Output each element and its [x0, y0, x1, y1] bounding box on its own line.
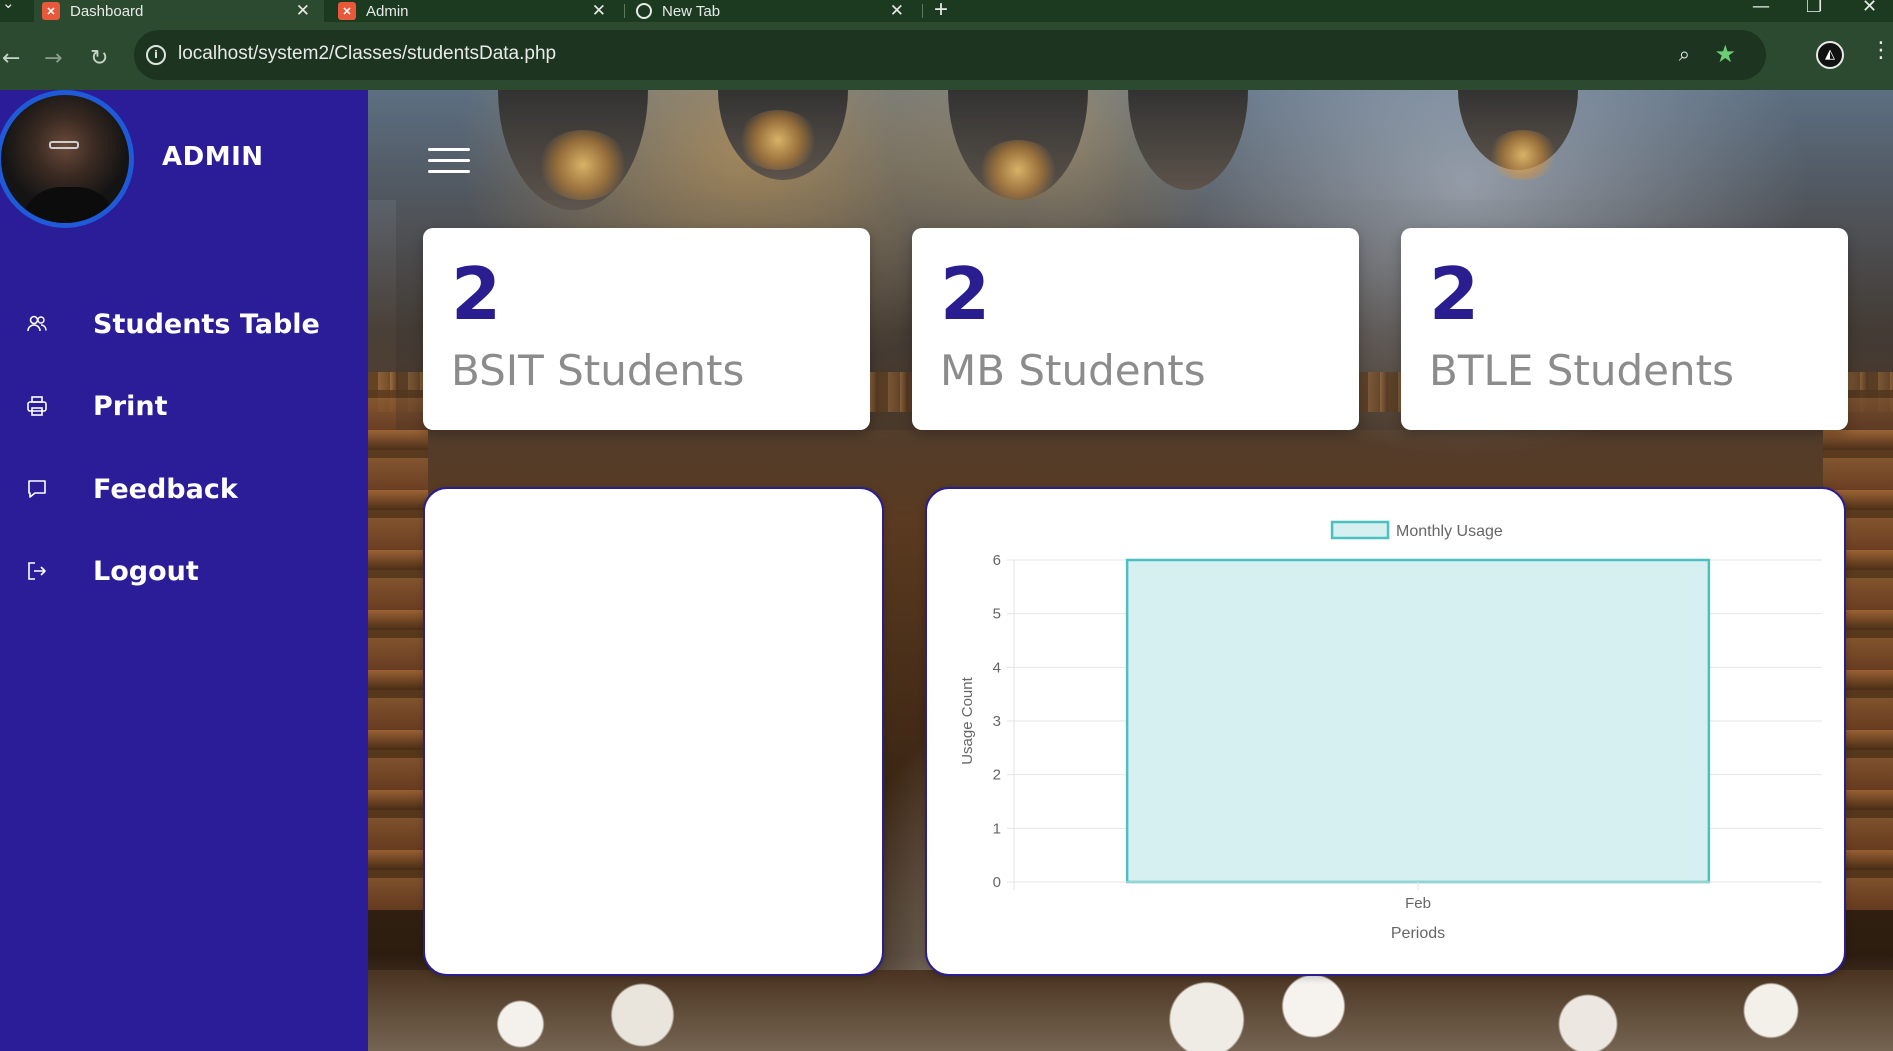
stat-card-mb: 2 MB Students — [912, 228, 1359, 430]
window-close-icon[interactable]: ✕ — [1862, 0, 1877, 17]
background-clouds — [368, 970, 1893, 1051]
y-tick-label: 3 — [993, 713, 1001, 730]
y-tick-label: 5 — [993, 606, 1001, 623]
stat-card-bsit: 2 BSIT Students — [423, 228, 870, 430]
stat-card-btle: 2 BTLE Students — [1401, 228, 1848, 430]
usage-chart: 0 1 2 3 4 5 6 Feb Periods Usage Count Monthly Usag… — [959, 520, 1822, 942]
tab-title: Admin — [366, 2, 409, 20]
stat-count: 2 — [451, 252, 502, 336]
x-tick-label: Feb — [1405, 895, 1431, 912]
printer-icon — [26, 395, 48, 417]
background-bookshelf-left — [368, 390, 428, 910]
top-bar — [368, 90, 1893, 200]
xampp-icon: ✕ — [338, 2, 356, 20]
stat-label: BSIT Students — [451, 346, 745, 395]
zoom-icon[interactable]: ⌕ — [1679, 42, 1690, 66]
empty-panel — [423, 487, 884, 976]
y-axis-title: Usage Count — [959, 676, 976, 764]
hamburger-menu-icon[interactable] — [428, 148, 470, 174]
tab-separator — [624, 4, 625, 18]
avatar-glasses — [49, 141, 79, 149]
users-icon — [26, 313, 48, 335]
sidebar-item-label: Feedback — [93, 473, 238, 505]
stat-count: 2 — [940, 252, 991, 336]
xampp-icon: ✕ — [42, 2, 60, 20]
tab-search-chevron-icon[interactable]: ⌄ — [2, 0, 15, 12]
y-tick-label: 6 — [993, 552, 1001, 569]
new-tab-button[interactable]: + — [934, 0, 948, 24]
sidebar-item-print[interactable]: Print — [0, 378, 368, 434]
tab-separator — [922, 4, 923, 18]
sidebar-item-feedback[interactable]: Feedback — [0, 461, 368, 517]
close-icon[interactable]: ✕ — [592, 1, 606, 21]
avatar-shirt — [21, 187, 117, 223]
y-tick-label: 0 — [993, 874, 1001, 891]
tab-admin[interactable]: ✕ Admin ✕ — [330, 0, 620, 22]
url-text[interactable]: localhost/system2/Classes/studentsData.p… — [178, 43, 556, 65]
logout-icon — [26, 560, 48, 582]
restore-icon[interactable]: ❐ — [1806, 0, 1822, 17]
back-icon[interactable]: ← — [2, 46, 20, 71]
x-axis-title: Periods — [1391, 925, 1445, 942]
chart-panel: 0 1 2 3 4 5 6 Feb Periods Usage Count Monthly Usag… — [925, 487, 1846, 976]
tab-title: New Tab — [662, 2, 721, 20]
chat-icon — [26, 478, 48, 500]
close-icon[interactable]: ✕ — [296, 1, 310, 21]
sidebar-item-students-table[interactable]: Students Table — [0, 296, 368, 352]
browser-menu-icon[interactable]: ⋮ — [1870, 38, 1892, 63]
admin-label: ADMIN — [162, 142, 264, 172]
y-tick-label: 1 — [993, 820, 1001, 837]
avatar — [0, 90, 134, 228]
browser-tabstrip: ⌄ ✕ Dashboard ✕ ✕ Admin ✕ New Tab ✕ + — … — [0, 0, 1893, 24]
sidebar-item-label: Logout — [93, 555, 199, 587]
page: ADMIN Students Table Print Feedback Logo… — [0, 90, 1893, 1051]
legend-label: Monthly Usage — [1396, 523, 1503, 540]
browser-toolbar: ← → ↻ i localhost/system2/Classes/studen… — [0, 22, 1893, 90]
tab-new-tab[interactable]: New Tab ✕ — [628, 0, 918, 22]
tab-dashboard[interactable]: ✕ Dashboard ✕ — [34, 0, 324, 22]
site-info-icon[interactable]: i — [146, 45, 166, 65]
sidebar-item-logout[interactable]: Logout — [0, 543, 368, 599]
sidebar-item-label: Students Table — [93, 308, 320, 340]
legend-swatch — [1330, 520, 1390, 540]
forward-icon[interactable]: → — [44, 46, 62, 71]
stat-count: 2 — [1429, 252, 1480, 336]
main-content: 2 BSIT Students 2 MB Students 2 BTLE Stu… — [368, 90, 1893, 1051]
bookmark-star-icon[interactable]: ★ — [1714, 40, 1736, 68]
minimize-icon[interactable]: — — [1752, 0, 1770, 17]
sidebar: ADMIN Students Table Print Feedback Logo… — [0, 90, 368, 1051]
y-tick-label: 4 — [993, 659, 1001, 676]
address-bar[interactable]: i localhost/system2/Classes/studentsData… — [134, 30, 1766, 80]
sidebar-item-label: Print — [93, 390, 168, 422]
profile-avatar-icon[interactable]: ◭ — [1816, 41, 1844, 69]
bar — [1125, 558, 1711, 884]
tab-title: Dashboard — [70, 2, 144, 20]
close-icon[interactable]: ✕ — [890, 1, 904, 21]
stat-label: MB Students — [940, 346, 1206, 395]
y-tick-label: 2 — [993, 767, 1001, 784]
stat-label: BTLE Students — [1429, 346, 1734, 395]
chrome-icon — [636, 3, 652, 19]
reload-icon[interactable]: ↻ — [90, 46, 108, 71]
